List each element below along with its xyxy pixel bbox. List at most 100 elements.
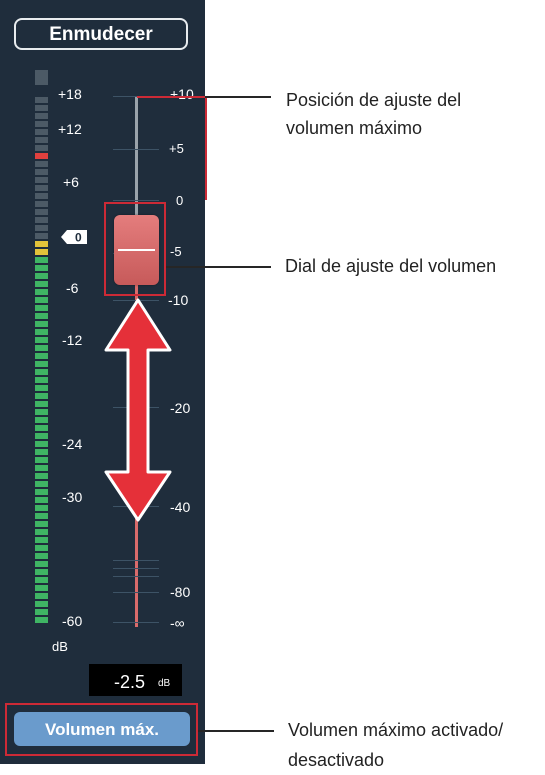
- channel-strip-panel: Enmudecer +18 +12 +6 -6 -12 -24 -30 -60 …: [0, 0, 205, 764]
- meter-segment: [35, 217, 48, 223]
- meter-segment: [35, 585, 48, 591]
- fader-tick: [113, 149, 159, 150]
- meter-unit-label: dB: [52, 639, 68, 654]
- meter-segment: [35, 153, 48, 159]
- meter-segment: [35, 321, 48, 327]
- meter-segment: [35, 497, 48, 503]
- mute-button[interactable]: Enmudecer: [14, 18, 188, 50]
- fader-label-minus80: -80: [170, 584, 191, 600]
- fader-tick: [113, 560, 159, 561]
- meter-segment: [35, 457, 48, 463]
- meter-segment: [35, 561, 48, 567]
- max-button-highlight-box: [5, 703, 198, 756]
- meter-label-plus6: +6: [63, 174, 79, 190]
- meter-segment: [35, 433, 48, 439]
- fader-label-minus5: -5: [170, 244, 182, 259]
- meter-segment: [35, 209, 48, 215]
- meter-label-minus6: -6: [66, 280, 79, 296]
- meter-segment: [35, 409, 48, 415]
- meter-segment: [35, 257, 48, 263]
- meter-segment: [35, 233, 48, 239]
- knob-highlight-box: [104, 202, 166, 296]
- meter-segment: [35, 369, 48, 375]
- meter-segment: [35, 545, 48, 551]
- meter-segment: [35, 249, 48, 255]
- meter-segment: [35, 169, 48, 175]
- meter-clip-indicator: [35, 70, 48, 85]
- fader-label-minus-infinity: -∞: [170, 615, 185, 631]
- meter-segment: [35, 305, 48, 311]
- meter-segment: [35, 113, 48, 119]
- meter-segment: [35, 393, 48, 399]
- meter-segment: [35, 569, 48, 575]
- callout-max-toggle-line: [198, 730, 274, 732]
- meter-segment: [35, 417, 48, 423]
- fader-tick: [113, 622, 159, 623]
- meter-segment: [35, 465, 48, 471]
- meter-segment: [35, 505, 48, 511]
- meter-label-minus24: -24: [62, 436, 83, 452]
- meter-segment: [35, 577, 48, 583]
- meter-segment: [35, 425, 48, 431]
- meter-segment: [35, 177, 48, 183]
- meter-segment: [35, 273, 48, 279]
- meter-segment: [35, 105, 48, 111]
- meter-segment: [35, 97, 48, 103]
- meter-segment: [35, 241, 48, 247]
- zero-marker-tag: 0: [61, 230, 87, 244]
- meter-segment: [35, 553, 48, 559]
- meter-segment: [35, 401, 48, 407]
- meter-segment: [35, 329, 48, 335]
- callout-max-position-vline: [205, 96, 207, 200]
- callout-volume-dial-line: [166, 266, 271, 268]
- fader-tick: [113, 576, 159, 577]
- level-readout: -2.5 dB: [89, 664, 182, 696]
- level-value: -2.5: [114, 672, 146, 692]
- level-unit: dB: [158, 678, 171, 689]
- meter-label-plus18: +18: [58, 86, 82, 102]
- fader-tick: [113, 592, 159, 593]
- meter-label-minus60: -60: [62, 613, 83, 629]
- fader-label-plus5: +5: [169, 141, 184, 156]
- meter-segment: [35, 225, 48, 231]
- callout-max-position-text: Posición de ajuste del volumen máximo: [286, 90, 462, 138]
- fader-label-0: 0: [176, 193, 184, 208]
- meter-segment: [35, 185, 48, 191]
- meter-segment: [35, 489, 48, 495]
- meter-segment: [35, 345, 48, 351]
- meter-segment: [35, 617, 48, 623]
- meter-segment: [35, 377, 48, 383]
- meter-segment: [35, 313, 48, 319]
- meter-segment: [35, 353, 48, 359]
- meter-label-plus12: +12: [58, 121, 82, 137]
- meter-segment: [35, 193, 48, 199]
- meter-segment: [35, 201, 48, 207]
- meter-segment: [35, 337, 48, 343]
- fader-tick: [113, 568, 159, 569]
- meter-segment: [35, 481, 48, 487]
- fader-tick: [113, 200, 159, 201]
- meter-segment: [35, 281, 48, 287]
- zero-marker-label: 0: [75, 231, 82, 245]
- meter-segment: [35, 473, 48, 479]
- meter-segment: [35, 609, 48, 615]
- meter-segment: [35, 601, 48, 607]
- meter-segment: [35, 537, 48, 543]
- meter-segment: [35, 297, 48, 303]
- meter-segment: [35, 361, 48, 367]
- meter-segment: [35, 529, 48, 535]
- meter-segment: [35, 161, 48, 167]
- callout-max-position-hline: [137, 96, 207, 98]
- meter-segment: [35, 385, 48, 391]
- meter-segment: [35, 121, 48, 127]
- meter-segment: [35, 145, 48, 151]
- meter-segment: [35, 289, 48, 295]
- meter-label-minus30: -30: [62, 489, 83, 505]
- callout-max-toggle-text: Volumen máximo activado/ desactivado: [288, 720, 504, 770]
- meter-segment: [35, 521, 48, 527]
- meter-segment: [35, 129, 48, 135]
- meter-segment: [35, 137, 48, 143]
- meter-segment: [35, 513, 48, 519]
- meter-segment: [35, 265, 48, 271]
- meter-label-minus12: -12: [62, 332, 83, 348]
